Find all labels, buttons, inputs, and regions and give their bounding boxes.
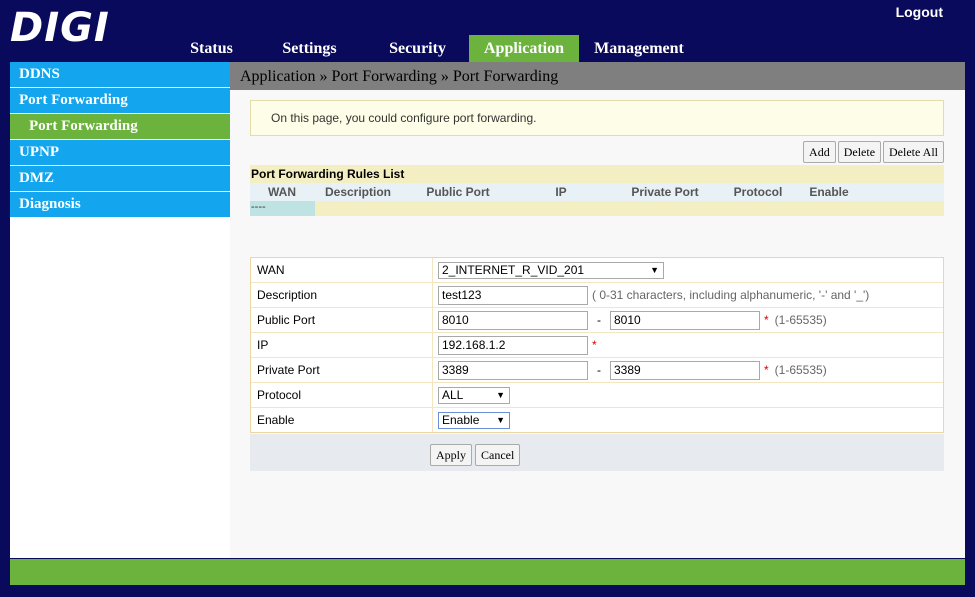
row-private-port: Private Port 3389 - 3389 * (1-65535) <box>251 358 943 383</box>
top-nav: Status Settings Security Application Man… <box>170 35 699 62</box>
wan-select[interactable]: 2_INTERNET_R_VID_201 ▼ <box>438 261 664 279</box>
protocol-select[interactable]: ALL ▼ <box>438 386 510 404</box>
row-public-port: Public Port 8010 - 8010 * (1-65535) <box>251 308 943 333</box>
private-port-to-input[interactable]: 3389 <box>610 360 760 380</box>
breadcrumb: Application » Port Forwarding » Port For… <box>230 62 965 90</box>
row-protocol: Protocol ALL ▼ <box>251 383 943 408</box>
chevron-down-icon: ▼ <box>496 389 505 400</box>
tab-management[interactable]: Management <box>579 35 699 62</box>
col-wan: WAN <box>268 185 296 199</box>
sidebar-item-upnp[interactable]: UPNP <box>10 140 230 165</box>
info-text: On this page, you could configure port f… <box>271 111 537 125</box>
tab-application[interactable]: Application <box>469 35 579 62</box>
enable-select-value: Enable <box>442 412 480 427</box>
row-ip: IP 192.168.1.2 * <box>251 333 943 358</box>
enable-select[interactable]: Enable ▼ <box>438 411 510 429</box>
empty-cell: ---- <box>250 201 315 216</box>
ip-input[interactable]: 192.168.1.2 <box>438 335 588 355</box>
col-enable: Enable <box>809 185 849 199</box>
required-mark: * <box>764 313 769 327</box>
cancel-button[interactable]: Cancel <box>475 444 521 466</box>
private-port-label: Private Port <box>251 358 433 382</box>
tab-settings[interactable]: Settings <box>253 35 366 62</box>
description-input[interactable]: test123 <box>438 285 588 305</box>
sidebar-item-diagnosis[interactable]: Diagnosis <box>10 192 230 217</box>
ip-label: IP <box>251 333 433 357</box>
range-dash: - <box>597 363 601 377</box>
wan-label: WAN <box>251 258 433 282</box>
private-port-range: (1-65535) <box>774 363 827 377</box>
required-mark: * <box>764 363 769 377</box>
form-actions: Apply Cancel <box>250 434 944 471</box>
main-panel: Application » Port Forwarding » Port For… <box>230 62 965 558</box>
col-private-port: Private Port <box>631 185 699 199</box>
row-wan: WAN 2_INTERNET_R_VID_201 ▼ <box>251 258 943 283</box>
col-public-port: Public Port <box>426 185 490 199</box>
logout-link[interactable]: Logout <box>896 4 943 20</box>
description-label: Description <box>251 283 433 307</box>
private-port-from-input[interactable]: 3389 <box>438 360 588 380</box>
col-description: Description <box>324 185 391 199</box>
public-port-range: (1-65535) <box>774 313 827 327</box>
rule-buttons: Add Delete Delete All <box>803 141 944 163</box>
row-description: Description test123 ( 0-31 characters, i… <box>251 283 943 308</box>
public-port-label: Public Port <box>251 308 433 332</box>
delete-all-button[interactable]: Delete All <box>883 141 944 163</box>
protocol-select-value: ALL <box>442 387 464 402</box>
chevron-down-icon: ▼ <box>496 414 505 425</box>
row-enable: Enable Enable ▼ <box>251 408 943 432</box>
public-port-to-input[interactable]: 8010 <box>610 310 760 330</box>
digi-logo: DIGI <box>10 5 110 51</box>
rules-title: Port Forwarding Rules List <box>250 165 944 183</box>
info-box: On this page, you could configure port f… <box>250 100 944 136</box>
sidebar-subitem-port-forwarding[interactable]: Port Forwarding <box>10 114 230 139</box>
protocol-label: Protocol <box>251 383 433 407</box>
rule-form: WAN 2_INTERNET_R_VID_201 ▼ Description t… <box>250 257 944 433</box>
chevron-down-icon: ▼ <box>650 264 659 275</box>
apply-button[interactable]: Apply <box>430 444 472 466</box>
description-hint: ( 0-31 characters, including alphanumeri… <box>592 288 870 302</box>
public-port-from-input[interactable]: 8010 <box>438 310 588 330</box>
col-protocol: Protocol <box>733 185 783 199</box>
sidebar-item-dmz[interactable]: DMZ <box>10 166 230 191</box>
sidebar-item-ddns[interactable]: DDNS <box>10 62 230 87</box>
required-mark: * <box>592 338 597 352</box>
col-ip: IP <box>555 185 567 199</box>
tab-status[interactable]: Status <box>170 35 253 62</box>
tab-security[interactable]: Security <box>366 35 469 62</box>
enable-label: Enable <box>251 408 433 432</box>
content-frame: DDNS Port Forwarding Port Forwarding UPN… <box>10 62 965 558</box>
sidebar: DDNS Port Forwarding Port Forwarding UPN… <box>10 62 230 558</box>
sidebar-item-port-forwarding[interactable]: Port Forwarding <box>10 88 230 113</box>
rules-table: Port Forwarding Rules List WAN Descripti… <box>250 165 944 216</box>
rules-header: WAN Description Public Port IP Private P… <box>250 183 944 201</box>
table-row: ---- <box>250 201 944 216</box>
add-button[interactable]: Add <box>803 141 836 163</box>
footer-bar <box>10 559 965 585</box>
delete-button[interactable]: Delete <box>837 141 882 163</box>
wan-select-value: 2_INTERNET_R_VID_201 <box>442 262 585 277</box>
range-dash: - <box>597 313 601 327</box>
